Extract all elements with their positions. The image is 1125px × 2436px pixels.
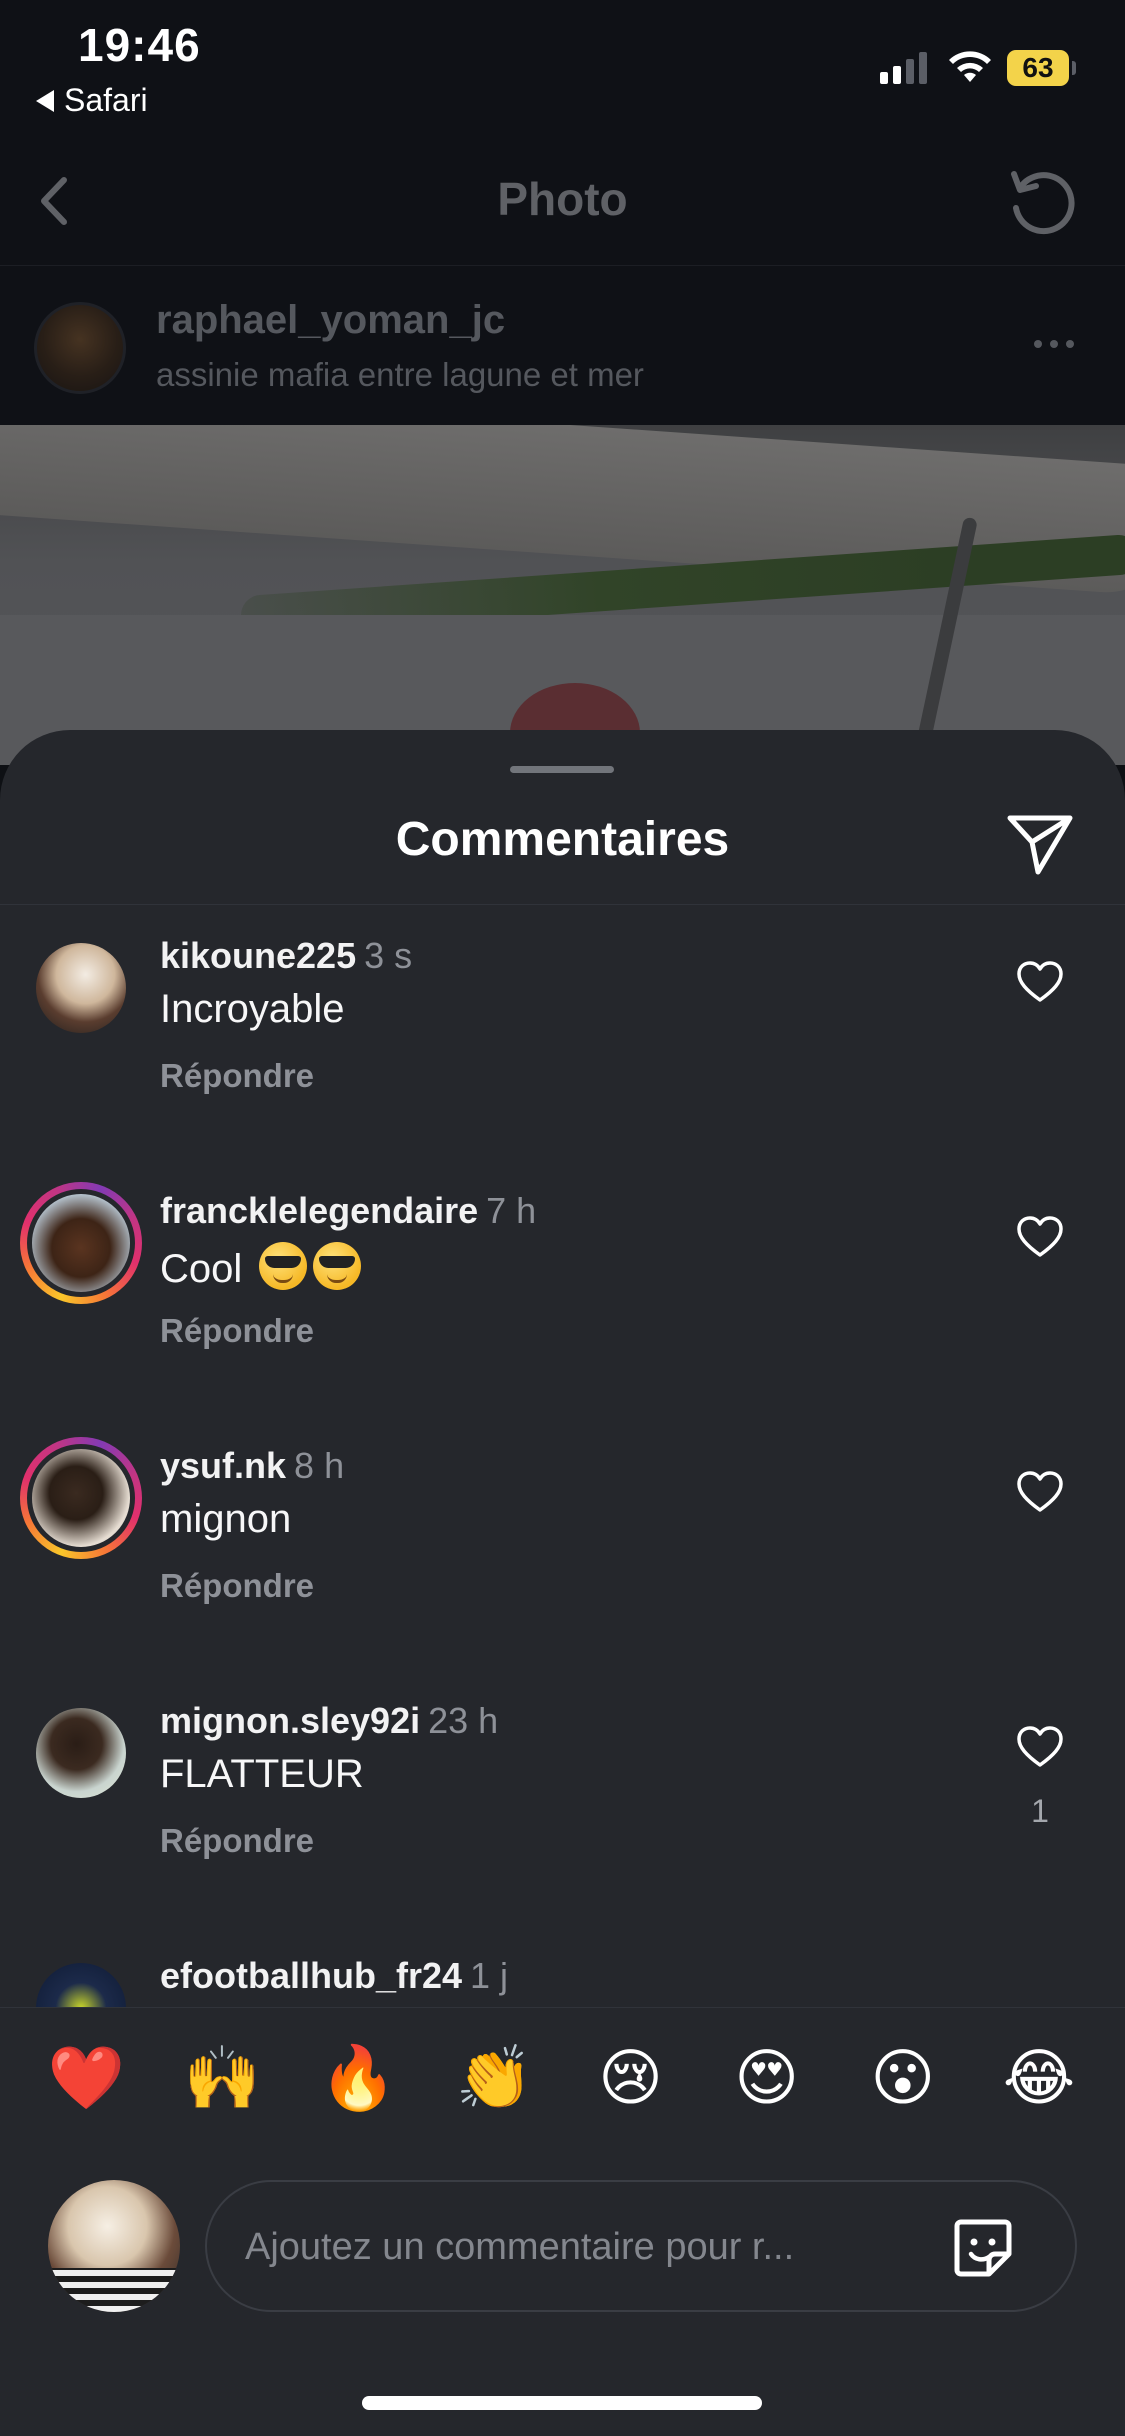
- post-location[interactable]: assinie mafia entre lagune et mer: [156, 356, 644, 394]
- post-author-avatar[interactable]: [34, 302, 126, 394]
- comments-list[interactable]: kikoune225 3 s Incroyable Répondre franck…: [0, 905, 1125, 2007]
- current-user-avatar: [48, 2180, 180, 2312]
- navigation-bar: Photo: [0, 130, 1125, 265]
- comment-item: kikoune225 3 s Incroyable Répondre: [0, 905, 1125, 1160]
- status-time: 19:46: [78, 19, 201, 71]
- comment-time: 23 h: [428, 1700, 499, 1741]
- commenter-avatar-story-ring[interactable]: [20, 1182, 142, 1304]
- sticker-icon[interactable]: [947, 2212, 1019, 2284]
- comment-time: 7 h: [486, 1190, 537, 1231]
- heart-icon[interactable]: [1016, 1215, 1064, 1259]
- status-bar: 19:46 Safari 63: [0, 0, 1125, 130]
- reply-button[interactable]: Répondre: [160, 1312, 314, 1350]
- comment-input[interactable]: [245, 2212, 945, 2282]
- crying-emoji-button[interactable]: 😢: [576, 2008, 686, 2148]
- comment-header: kikoune225 3 s: [160, 935, 412, 977]
- commenter-avatar[interactable]: [20, 1692, 142, 1814]
- comment-composer[interactable]: [205, 2180, 1077, 2312]
- heart-eyes-emoji-button[interactable]: 😍: [712, 2008, 822, 2148]
- commenter-username[interactable]: kikoune225: [160, 935, 356, 976]
- comment-time: 8 h: [294, 1445, 345, 1486]
- sheet-grabber[interactable]: [510, 766, 614, 773]
- comment-header: ysuf.nk 8 h: [160, 1445, 344, 1487]
- sunglasses-emoji-icon: [313, 1242, 362, 1290]
- reply-button[interactable]: Répondre: [160, 1057, 314, 1095]
- heart-icon[interactable]: [1016, 1725, 1064, 1769]
- comment-header: francklelegendaire 7 h: [160, 1190, 536, 1232]
- comment-item: francklelegendaire 7 h Cool Répondre: [0, 1160, 1125, 1415]
- like-count: 1: [1031, 1793, 1049, 1829]
- comment-item: mignon.sley92i 23 h FLATTEUR Répondre 1: [0, 1670, 1125, 1925]
- comment-text: mignon: [160, 1497, 292, 1541]
- home-indicator[interactable]: [362, 2396, 762, 2410]
- commenter-avatar-story-ring[interactable]: [20, 1437, 142, 1559]
- more-options-icon[interactable]: [1034, 340, 1074, 348]
- commenter-username[interactable]: mignon.sley92i: [160, 1700, 420, 1741]
- back-to-safari-link[interactable]: Safari: [36, 82, 148, 119]
- reply-button[interactable]: Répondre: [160, 1822, 314, 1860]
- wifi-icon: [949, 51, 991, 82]
- comment-item: efootballhub_fr24 1 j: [0, 1925, 1125, 2007]
- reply-button[interactable]: Répondre: [160, 1567, 314, 1605]
- sunglasses-emoji-icon: [259, 1242, 308, 1290]
- laughing-emoji-button[interactable]: 😂: [984, 2008, 1094, 2148]
- battery-indicator: 63: [1007, 50, 1076, 86]
- post-header: raphael_yoman_jc assinie mafia entre lag…: [0, 265, 1125, 425]
- heart-emoji-button[interactable]: ❤️: [31, 2008, 141, 2148]
- cellular-signal-icon: [880, 50, 927, 84]
- send-icon[interactable]: [1004, 806, 1076, 878]
- sheet-title: Commentaires: [395, 813, 730, 866]
- fire-emoji-button[interactable]: 🔥: [303, 2008, 413, 2148]
- comment-text: Incroyable: [160, 987, 345, 1031]
- commenter-username[interactable]: efootballhub_fr24: [160, 1955, 462, 1996]
- surprised-emoji-button[interactable]: 😮: [848, 2008, 958, 2148]
- comment-text: FLATTEUR: [160, 1752, 364, 1796]
- page-title: Photo: [497, 173, 628, 225]
- post-photo: [0, 425, 1125, 765]
- commenter-avatar[interactable]: [20, 1947, 142, 2007]
- commenter-username[interactable]: francklelegendaire: [160, 1190, 478, 1231]
- back-triangle-icon: [36, 89, 54, 112]
- raising-hands-emoji-button[interactable]: 🙌: [167, 2008, 277, 2148]
- heart-icon[interactable]: [1016, 960, 1064, 1004]
- comment-item: ysuf.nk 8 h mignon Répondre: [0, 1415, 1125, 1670]
- clapping-emoji-button[interactable]: 👏: [439, 2008, 549, 2148]
- commenter-username[interactable]: ysuf.nk: [160, 1445, 286, 1486]
- heart-icon[interactable]: [1016, 1470, 1064, 1514]
- comment-time: 1 j: [470, 1955, 509, 1996]
- refresh-icon[interactable]: [1000, 160, 1080, 240]
- comment-header: mignon.sley92i 23 h: [160, 1700, 498, 1742]
- comments-sheet: Commentaires kikoune225 3 s Incroyable Ré…: [0, 730, 1125, 2436]
- comment-time: 3 s: [364, 935, 413, 976]
- post-author-username[interactable]: raphael_yoman_jc: [156, 298, 505, 343]
- quick-reactions-bar: ❤️ 🙌 🔥 👏 😢 😍 😮 😂: [0, 2007, 1125, 2147]
- back-app-label: Safari: [64, 82, 148, 118]
- comment-header: efootballhub_fr24 1 j: [160, 1955, 508, 1997]
- comment-text-body: Cool: [160, 1247, 243, 1291]
- comment-text: Cool: [160, 1242, 362, 1292]
- commenter-avatar[interactable]: [20, 927, 142, 1049]
